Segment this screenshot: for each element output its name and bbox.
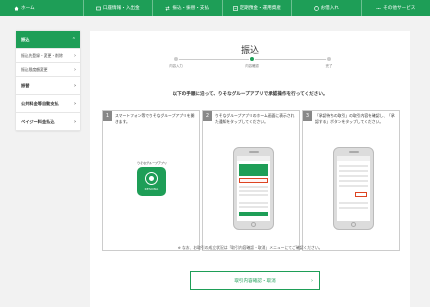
note-text: ※ なお、お取引の成立状況は「取引内容確認・取消」メニューにてご確認ください。 xyxy=(177,245,323,250)
button-label: 取引内容確認・取消 xyxy=(234,278,276,284)
step-text: 「承認待ちの取引」の取引内容を確認し、「承認する」ボタンをタップしてください。 xyxy=(315,113,395,124)
sidebar-item-utility[interactable]: 公共料金等自動支払 › xyxy=(16,95,80,113)
nav-label: 定期預金・運用資産 xyxy=(239,6,281,11)
sidebar-item-furikae[interactable]: 振替 › xyxy=(16,77,80,95)
sidebar-item-label: 振込 xyxy=(21,36,30,42)
chevron-right-icon: › xyxy=(73,82,76,89)
loan-icon xyxy=(313,5,319,11)
sidebar-item-label: ペイジー料金払込 xyxy=(21,118,55,124)
global-nav: ホーム 口座情報・入出金 振込・振替・支払 定期預金・運用資産 お借入れ その他… xyxy=(0,0,430,16)
app-brand: RESONA xyxy=(144,187,159,191)
step-panel-1: 1 スマートフォン等でりそなグループアプリを開きます。 りそなグループアプリ R… xyxy=(102,110,200,251)
nav-label: その他サービス xyxy=(383,6,416,11)
step-dot-3 xyxy=(326,56,332,62)
step-label-1: 内容入力 xyxy=(169,64,183,68)
deposit-icon xyxy=(232,5,238,11)
nav-account[interactable]: 口座情報・入出金 xyxy=(84,0,153,16)
sidebar-item-payeasy[interactable]: ペイジー料金払込 › xyxy=(16,113,80,131)
sidebar-item-label: 振込先登録・変更・削除 xyxy=(21,52,63,58)
step-dot-2 xyxy=(249,56,255,62)
approve-highlight xyxy=(355,192,367,197)
nav-other[interactable]: その他サービス xyxy=(362,0,430,16)
step-panel-3: 3 「承認待ちの取引」の取引内容を確認し、「承認する」ボタンをタップしてください… xyxy=(302,110,400,251)
nav-label: ホーム xyxy=(21,6,35,11)
chevron-right-icon: › xyxy=(73,118,76,125)
chevron-right-icon: › xyxy=(311,277,313,284)
chevron-right-icon: › xyxy=(73,100,76,107)
menu-icon xyxy=(376,6,381,11)
nav-transfer[interactable]: 振込・振替・支払 xyxy=(153,0,223,16)
step-dot-1 xyxy=(173,56,179,62)
progress-steps: 内容入力 内容確認 完了 xyxy=(169,56,335,68)
nav-deposit[interactable]: 定期預金・運用資産 xyxy=(223,0,292,16)
sidebar-item-payee-register[interactable]: 振込先登録・変更・削除 › xyxy=(16,49,80,63)
chevron-up-icon: ⌃ xyxy=(71,36,76,43)
nav-home[interactable]: ホーム xyxy=(0,0,84,16)
instruction-text: 以下の手順に沿って、りそなグループアプリで承認操作を行ってください。 xyxy=(172,92,328,97)
main-content: 振込 内容入力 内容確認 完了 以下の手順に沿って、りそなグループアプリで承認操… xyxy=(90,31,410,307)
sidebar-item-transfer[interactable]: 振込 ⌃ xyxy=(16,31,80,49)
step-text: りそなグループアプリのホーム画面に表示された通知をタップしてください。 xyxy=(215,113,295,124)
step-number: 2 xyxy=(203,111,212,121)
resona-app-icon: RESONA xyxy=(137,167,166,196)
resona-logo-icon xyxy=(145,172,158,185)
account-icon xyxy=(96,6,101,11)
page-title: 振込 xyxy=(240,46,259,56)
step-label-2: 内容確認 xyxy=(245,64,259,68)
sidebar: 振込 ⌃ 振込先登録・変更・削除 › 振込限度額変更 › 振替 › 公共料金等自… xyxy=(16,31,80,131)
step-panel-2: 2 りそなグループアプリのホーム画面に表示された通知をタップしてください。 xyxy=(202,110,300,251)
transfer-icon xyxy=(165,5,170,11)
nav-label: 振込・振替・支払 xyxy=(172,6,210,11)
sidebar-item-label: 振込限度額変更 xyxy=(21,66,48,72)
step-text: スマートフォン等でりそなグループアプリを開きます。 xyxy=(115,113,195,124)
notification-highlight xyxy=(239,178,268,183)
sidebar-item-limit[interactable]: 振込限度額変更 › xyxy=(16,63,80,77)
chevron-right-icon: › xyxy=(74,52,76,59)
transaction-confirm-button[interactable]: 取引内容確認・取消 › xyxy=(190,271,320,290)
chevron-right-icon: › xyxy=(74,66,76,73)
app-name-label: りそなグループアプリ xyxy=(137,161,167,165)
sidebar-item-label: 公共料金等自動支払 xyxy=(21,100,59,106)
nav-loan[interactable]: お借入れ xyxy=(292,0,362,16)
nav-label: 口座情報・入出金 xyxy=(102,6,140,11)
phone-screenshot-approve xyxy=(333,147,374,230)
step-number: 3 xyxy=(303,111,312,121)
step-label-3: 完了 xyxy=(325,64,333,68)
nav-label: お借入れ xyxy=(320,6,339,11)
sidebar-item-label: 振替 xyxy=(21,82,30,88)
home-icon xyxy=(14,6,19,11)
step-number: 1 xyxy=(103,111,112,121)
phone-screenshot-home xyxy=(233,147,274,230)
